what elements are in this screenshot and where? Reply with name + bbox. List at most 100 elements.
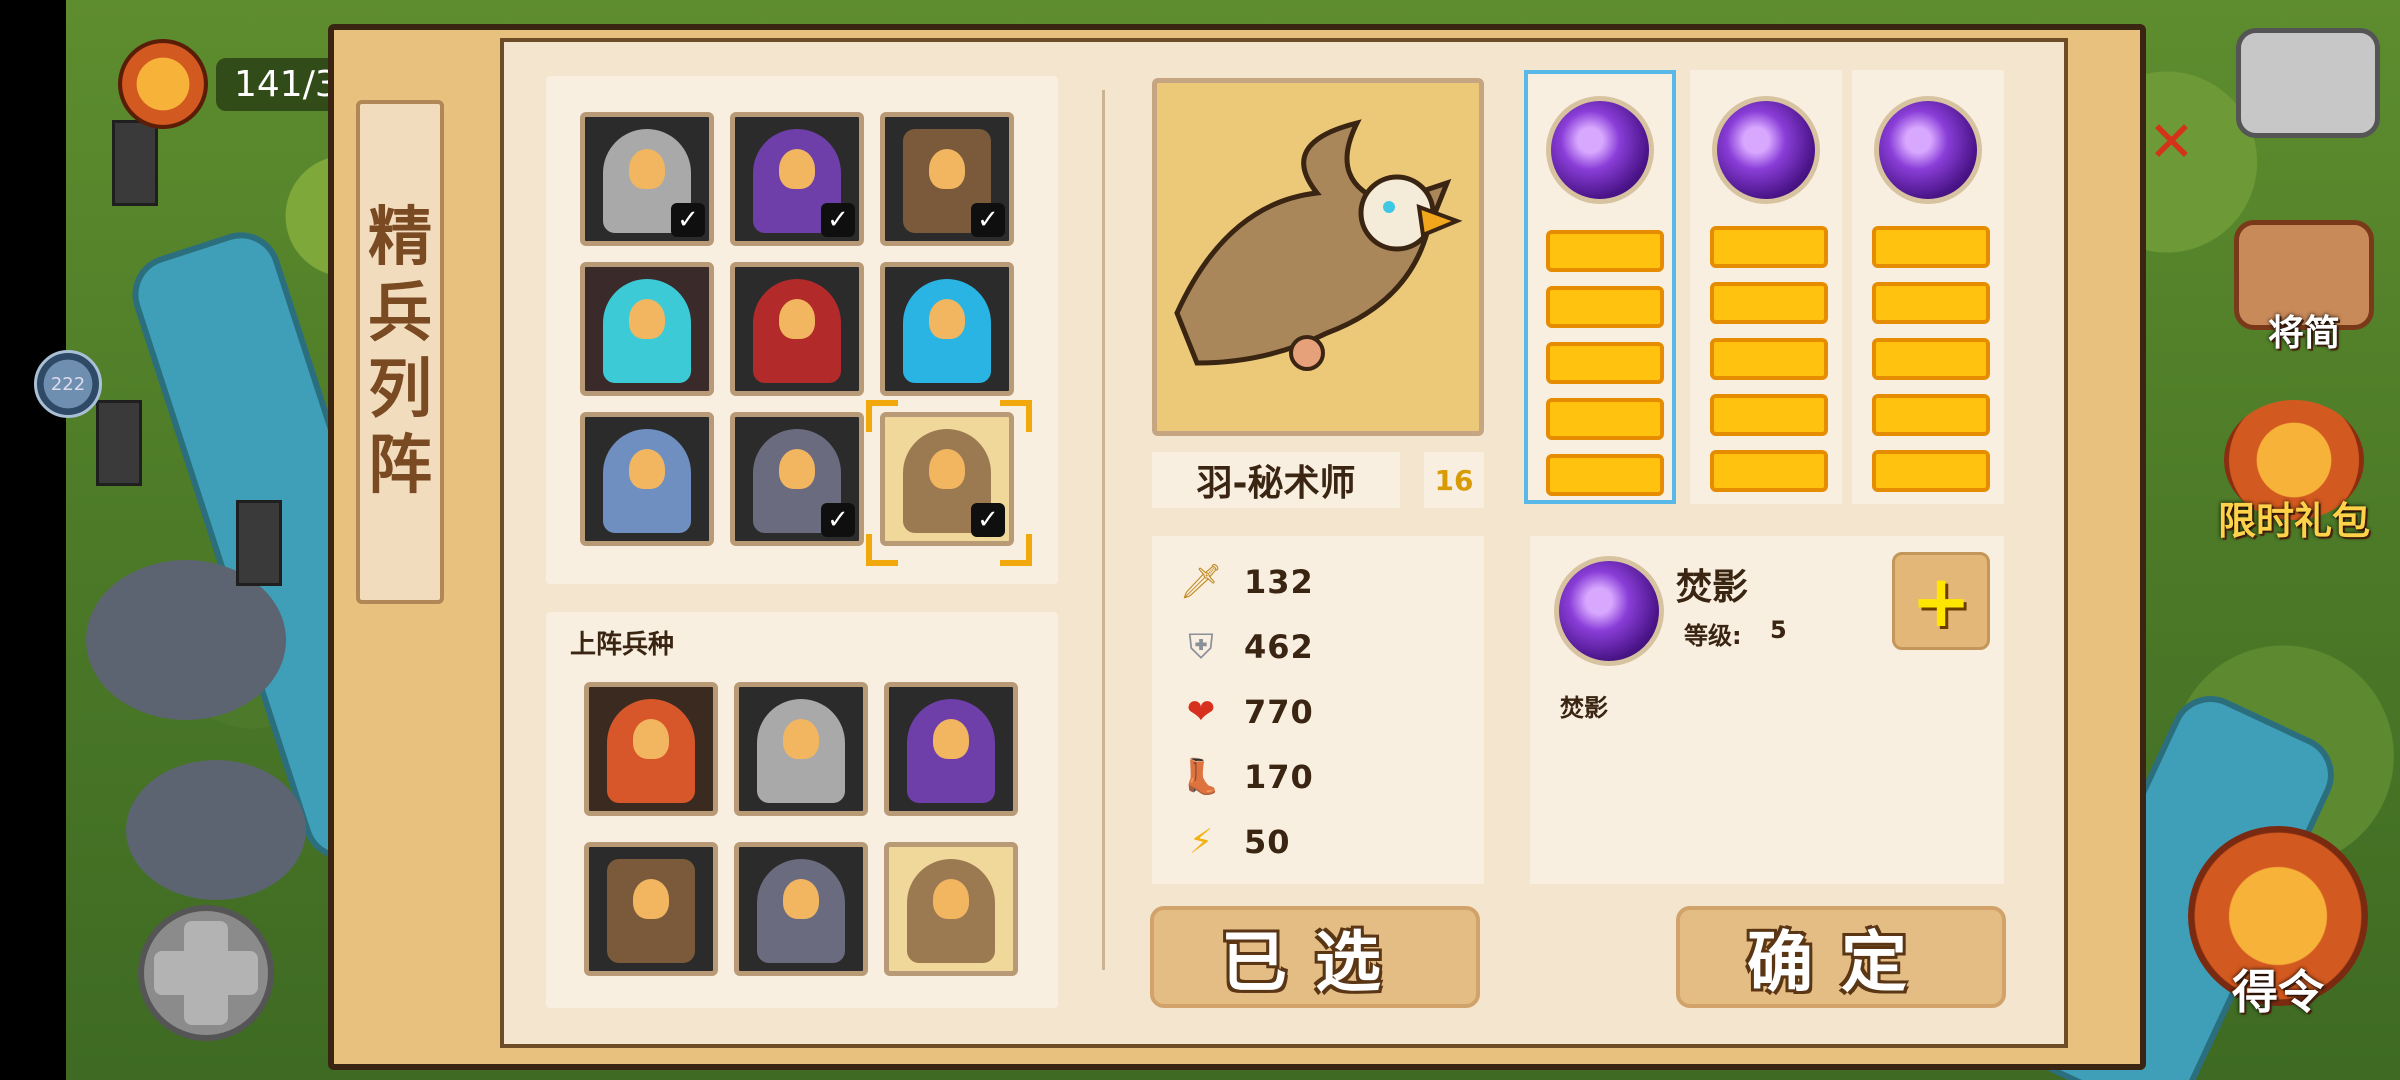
unit-tile[interactable] [580, 262, 714, 396]
skill-name: 焚影 [1676, 567, 1749, 608]
limited-gift-label: 限时礼包 [2218, 499, 2371, 543]
lightning-icon: ⚡ [1189, 822, 1213, 862]
skill-level-bar [1710, 338, 1828, 380]
token-button[interactable]: 得令 [2188, 826, 2368, 1022]
fire-shadow-skill-icon [1554, 556, 1664, 666]
title-char: 精 [368, 200, 432, 275]
roster-slot[interactable] [734, 842, 868, 976]
floating-assist-label: 222 [50, 373, 86, 395]
purple-knight-avatar [907, 699, 995, 803]
check-icon: ✓ [971, 203, 1005, 237]
skill-slot-3[interactable] [1852, 70, 2004, 504]
skill-detail: 焚影 等级: 5 焚影 + [1530, 536, 2004, 884]
skill-level-bar [1546, 342, 1664, 384]
unit-name: 羽-秘术师 [1152, 452, 1400, 508]
unit-tile[interactable]: ✓ [580, 112, 714, 246]
notice-board-icon [2236, 28, 2380, 138]
unit-tile-selected[interactable]: ✓ [880, 412, 1014, 546]
blue-armor-avatar [603, 429, 691, 533]
cyan-armor-avatar [903, 279, 991, 383]
siege-cart-avatar [607, 859, 695, 963]
token-label: 得令 [2232, 965, 2324, 1019]
dpad-control[interactable] [138, 905, 274, 1041]
vortex-skill-icon [1712, 96, 1820, 204]
notice-board-button[interactable] [2236, 28, 2380, 138]
stat-attack: 🗡 132 [1179, 558, 1314, 606]
floating-assist-button[interactable]: 222 [34, 350, 102, 418]
skill-slot-1[interactable] [1524, 70, 1676, 504]
close-icon: ✕ [2148, 110, 2195, 175]
skill-level-bar [1872, 394, 1990, 436]
heart-icon: ❤ [1186, 692, 1216, 732]
rock [126, 760, 306, 900]
barbarian-avatar [607, 699, 695, 803]
dark-armor-avatar [757, 859, 845, 963]
skill-level-label: 等级: [1684, 622, 1742, 650]
check-icon: ✓ [971, 503, 1005, 537]
stat-speed: 👢 170 [1180, 753, 1314, 801]
scroll-button[interactable]: 将简 [2234, 220, 2374, 356]
check-icon: ✓ [821, 503, 855, 537]
skill-description: 焚影 [1560, 694, 1608, 722]
fire-shadow-skill-icon [1546, 96, 1654, 204]
upgrade-skill-button[interactable]: + [1892, 552, 1990, 650]
crescent-moon-skill-icon [1874, 96, 1982, 204]
water-dragon-avatar [603, 279, 691, 383]
stat-energy: ⚡ 50 [1180, 818, 1291, 866]
token-coin-icon [118, 39, 208, 129]
unit-tile[interactable] [730, 262, 864, 396]
panel-title: 精 兵 列 阵 [356, 100, 444, 604]
panel-divider [1102, 90, 1105, 970]
skill-level-bar [1872, 450, 1990, 492]
stat-value: 170 [1244, 758, 1314, 796]
stat-health: ❤ 770 [1180, 688, 1314, 736]
unit-portrait [1152, 78, 1484, 436]
stat-value: 132 [1244, 563, 1314, 601]
roster-slot[interactable] [584, 682, 718, 816]
griffin-illustration [1174, 119, 1463, 371]
stat-value: 462 [1244, 628, 1314, 666]
skill-level-bar [1546, 286, 1664, 328]
limited-gift-button[interactable]: 限时礼包 [2218, 400, 2370, 545]
roster-slot[interactable] [734, 682, 868, 816]
skill-level-bar [1710, 450, 1828, 492]
roster-label: 上阵兵种 [570, 630, 675, 660]
knight-avatar [757, 699, 845, 803]
skill-level-bar [1546, 398, 1664, 440]
unit-level: 16 [1424, 452, 1484, 508]
skill-slot-2[interactable] [1690, 70, 1842, 504]
title-char: 兵 [368, 276, 432, 351]
red-armor-avatar [753, 279, 841, 383]
check-icon: ✓ [671, 203, 705, 237]
unit-tile[interactable]: ✓ [880, 112, 1014, 246]
roster-slot[interactable] [884, 682, 1018, 816]
roster-slot[interactable] [884, 842, 1018, 976]
confirm-button[interactable]: 确定 [1676, 906, 2006, 1008]
selection-corner [1000, 400, 1032, 432]
stat-value: 50 [1244, 823, 1291, 861]
scroll-label: 将简 [2267, 313, 2340, 354]
selected-button[interactable]: 已选 [1150, 906, 1480, 1008]
boot-icon: 👢 [1179, 757, 1223, 797]
unit-tile[interactable]: ✓ [730, 112, 864, 246]
stat-defense: ⛨ 462 [1180, 623, 1314, 671]
skill-level-bar [1872, 226, 1990, 268]
plus-icon: + [1910, 559, 1972, 643]
shield-icon: ⛨ [1188, 627, 1214, 667]
roster-slot[interactable] [584, 842, 718, 976]
title-char: 列 [368, 352, 432, 427]
title-char: 阵 [368, 428, 432, 503]
selection-corner [866, 534, 898, 566]
sword-icon: 🗡 [1179, 562, 1223, 602]
banner-post [236, 500, 282, 586]
unit-tile[interactable] [580, 412, 714, 546]
skill-level-bar [1546, 230, 1664, 272]
skill-level-bar [1872, 338, 1990, 380]
banner-post [112, 120, 158, 206]
skill-level-value: 5 [1770, 616, 1787, 644]
unit-tile[interactable] [880, 262, 1014, 396]
close-x-button[interactable]: ✕ [2148, 110, 2195, 175]
skill-level-bar [1710, 394, 1828, 436]
unit-tile[interactable]: ✓ [730, 412, 864, 546]
selection-corner [1000, 534, 1032, 566]
